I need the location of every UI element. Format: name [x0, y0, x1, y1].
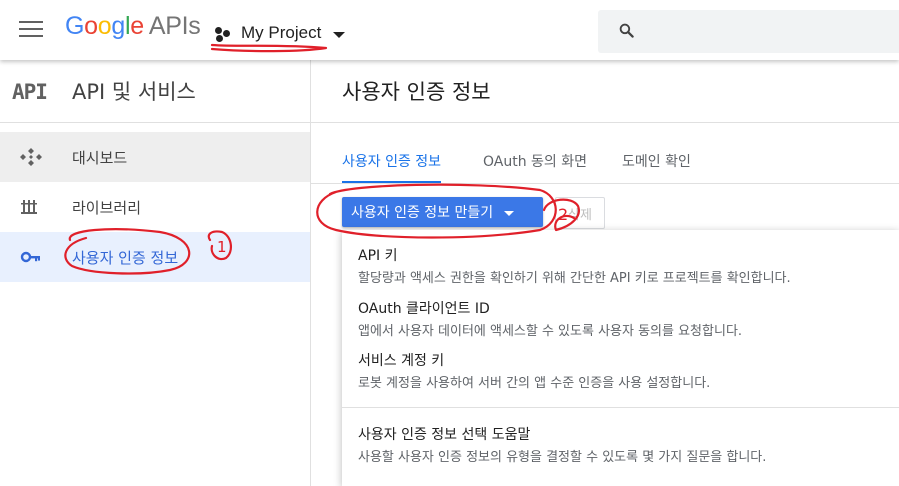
sidebar-item-credentials[interactable]: 사용자 인증 정보 — [0, 232, 310, 282]
menu-item-title: 사용자 인증 정보 선택 도움말 — [358, 427, 531, 443]
api-badge-icon: API — [12, 80, 48, 104]
search-box[interactable] — [598, 10, 899, 53]
hamburger-menu-icon[interactable] — [19, 21, 43, 39]
project-selector[interactable]: My Project — [214, 20, 346, 46]
menu-item-title: API 키 — [358, 248, 398, 264]
create-credentials-menu: API 키 할당량과 액세스 권한을 확인하기 위해 간단한 API 키로 프로… — [342, 230, 899, 486]
toolbar: 사용자 인증 정보 만들기 삭제 — [311, 183, 899, 233]
sidebar-item-label: 대시보드 — [72, 149, 128, 167]
menu-item-description: 로봇 계정을 사용하여 서버 간의 앱 수준 인증을 사용 설정합니다. — [358, 376, 711, 391]
sidebar-header: API API 및 서비스 — [0, 60, 310, 123]
dashboard-icon — [20, 148, 42, 166]
caret-down-icon — [504, 210, 515, 216]
apis-wordmark: APIs — [148, 12, 201, 40]
menu-item-api-key[interactable]: API 키 할당량과 액세스 권한을 확인하기 위해 간단한 API 키로 프로… — [342, 238, 899, 294]
sidebar: API API 및 서비스 대시보드 라이브러리 사용자 인증 정보 — [0, 60, 311, 486]
menu-item-service-account-key[interactable]: 서비스 계정 키 로봇 계정을 사용하여 서버 간의 앱 수준 인증을 사용 설… — [342, 344, 899, 398]
logo-letter: G — [65, 12, 85, 40]
menu-item-description: 할당량과 액세스 권한을 확인하기 위해 간단한 API 키로 프로젝트를 확인… — [358, 271, 791, 286]
search-icon — [619, 23, 634, 38]
menu-item-description: 앱에서 사용자 데이터에 액세스할 수 있도록 사용자 동의를 요청합니다. — [358, 324, 743, 339]
page-header: 사용자 인증 정보 — [311, 60, 899, 123]
dropdown-arrow-icon — [333, 31, 346, 38]
create-credentials-button[interactable]: 사용자 인증 정보 만들기 — [342, 197, 543, 227]
menu-item-title: 서비스 계정 키 — [358, 353, 445, 369]
logo-letter: e — [130, 12, 144, 40]
tab-bar: 사용자 인증 정보 OAuth 동의 화면 도메인 확인 — [311, 122, 899, 184]
page-title: 사용자 인증 정보 — [342, 80, 491, 104]
sidebar-item-label: 사용자 인증 정보 — [72, 249, 179, 267]
project-name: My Project — [241, 23, 322, 42]
create-credentials-label: 사용자 인증 정보 만들기 — [351, 205, 494, 221]
tab-domain-verification[interactable]: 도메인 확인 — [622, 151, 691, 181]
google-wordmark: Google — [65, 12, 144, 40]
logo-letter: o — [84, 12, 98, 40]
menu-item-oauth-client-id[interactable]: OAuth 클라이언트 ID 앱에서 사용자 데이터에 액세스할 수 있도록 사… — [342, 292, 899, 344]
sidebar-item-label: 라이브러리 — [72, 199, 142, 217]
menu-item-description: 사용할 사용자 인증 정보의 유형을 결정할 수 있도록 몇 가지 질문을 합니… — [358, 450, 767, 465]
tab-credentials[interactable]: 사용자 인증 정보 — [342, 151, 442, 183]
logo-letter: o — [97, 12, 112, 40]
google-apis-logo[interactable]: Google APIs — [65, 12, 201, 41]
key-icon — [20, 251, 40, 263]
menu-divider — [342, 407, 899, 408]
project-icon — [214, 24, 234, 42]
logo-letter: g — [111, 12, 125, 40]
library-icon — [21, 200, 37, 214]
menu-item-help-me-choose[interactable]: 사용자 인증 정보 선택 도움말 사용할 사용자 인증 정보의 유형을 결정할 … — [342, 416, 899, 472]
sidebar-title: API 및 서비스 — [72, 80, 196, 104]
sidebar-item-dashboard[interactable]: 대시보드 — [0, 132, 310, 182]
sidebar-item-library[interactable]: 라이브러리 — [0, 182, 310, 232]
delete-button[interactable]: 삭제 — [555, 197, 605, 229]
menu-item-title: OAuth 클라이언트 ID — [358, 301, 490, 317]
top-app-bar: Google APIs My Project — [0, 0, 899, 60]
tab-oauth-consent[interactable]: OAuth 동의 화면 — [483, 151, 587, 181]
